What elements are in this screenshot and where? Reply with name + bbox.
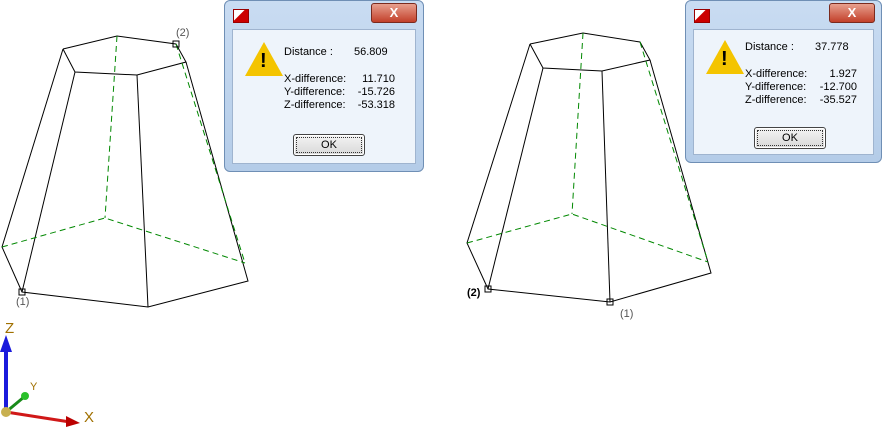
x-diff-label: X-difference: bbox=[745, 68, 808, 80]
frustum-left bbox=[1, 35, 249, 308]
warning-icon: ! bbox=[706, 40, 744, 74]
z-diff-label: Z-difference: bbox=[745, 94, 807, 106]
close-button[interactable]: X bbox=[371, 3, 417, 23]
x-diff-value: 11.710 bbox=[362, 73, 395, 85]
y-diff-label: Y-difference: bbox=[745, 81, 807, 93]
axis-triad bbox=[0, 335, 80, 427]
ok-button[interactable]: OK bbox=[293, 134, 365, 156]
y-diff-value: -12.700 bbox=[819, 81, 857, 93]
point-label-1: (1) bbox=[620, 308, 634, 320]
close-button[interactable]: X bbox=[829, 3, 875, 23]
distance-label: Distance : bbox=[745, 41, 794, 53]
axis-y-label: Y bbox=[30, 381, 38, 393]
y-diff-label: Y-difference: bbox=[284, 86, 346, 98]
z-diff-value: -53.318 bbox=[357, 99, 395, 111]
point-label-2: (2) bbox=[467, 287, 481, 299]
app-icon bbox=[233, 9, 249, 23]
distance-value: 37.778 bbox=[815, 41, 849, 53]
axis-z-label: Z bbox=[5, 320, 15, 337]
axis-x-label: X bbox=[84, 409, 95, 426]
y-diff-value: -15.726 bbox=[357, 86, 395, 98]
warning-icon: ! bbox=[245, 42, 283, 76]
distance-value: 56.809 bbox=[354, 46, 388, 58]
frustum-right bbox=[466, 32, 712, 306]
x-diff-value: 1.927 bbox=[829, 68, 857, 80]
point-label-2: (2) bbox=[176, 27, 190, 39]
x-diff-label: X-difference: bbox=[284, 73, 347, 85]
point-label-1: (1) bbox=[16, 296, 30, 308]
measure-dialog-right: X ! Distance : 37.778 X-difference: 1.92… bbox=[685, 0, 882, 163]
ok-button[interactable]: OK bbox=[754, 127, 826, 149]
app-icon bbox=[694, 9, 710, 23]
distance-label: Distance : bbox=[284, 46, 333, 58]
z-diff-value: -35.527 bbox=[819, 94, 857, 106]
measure-dialog-left: X ! Distance : 56.809 X-difference: 11.7… bbox=[224, 0, 424, 172]
z-diff-label: Z-difference: bbox=[284, 99, 346, 111]
